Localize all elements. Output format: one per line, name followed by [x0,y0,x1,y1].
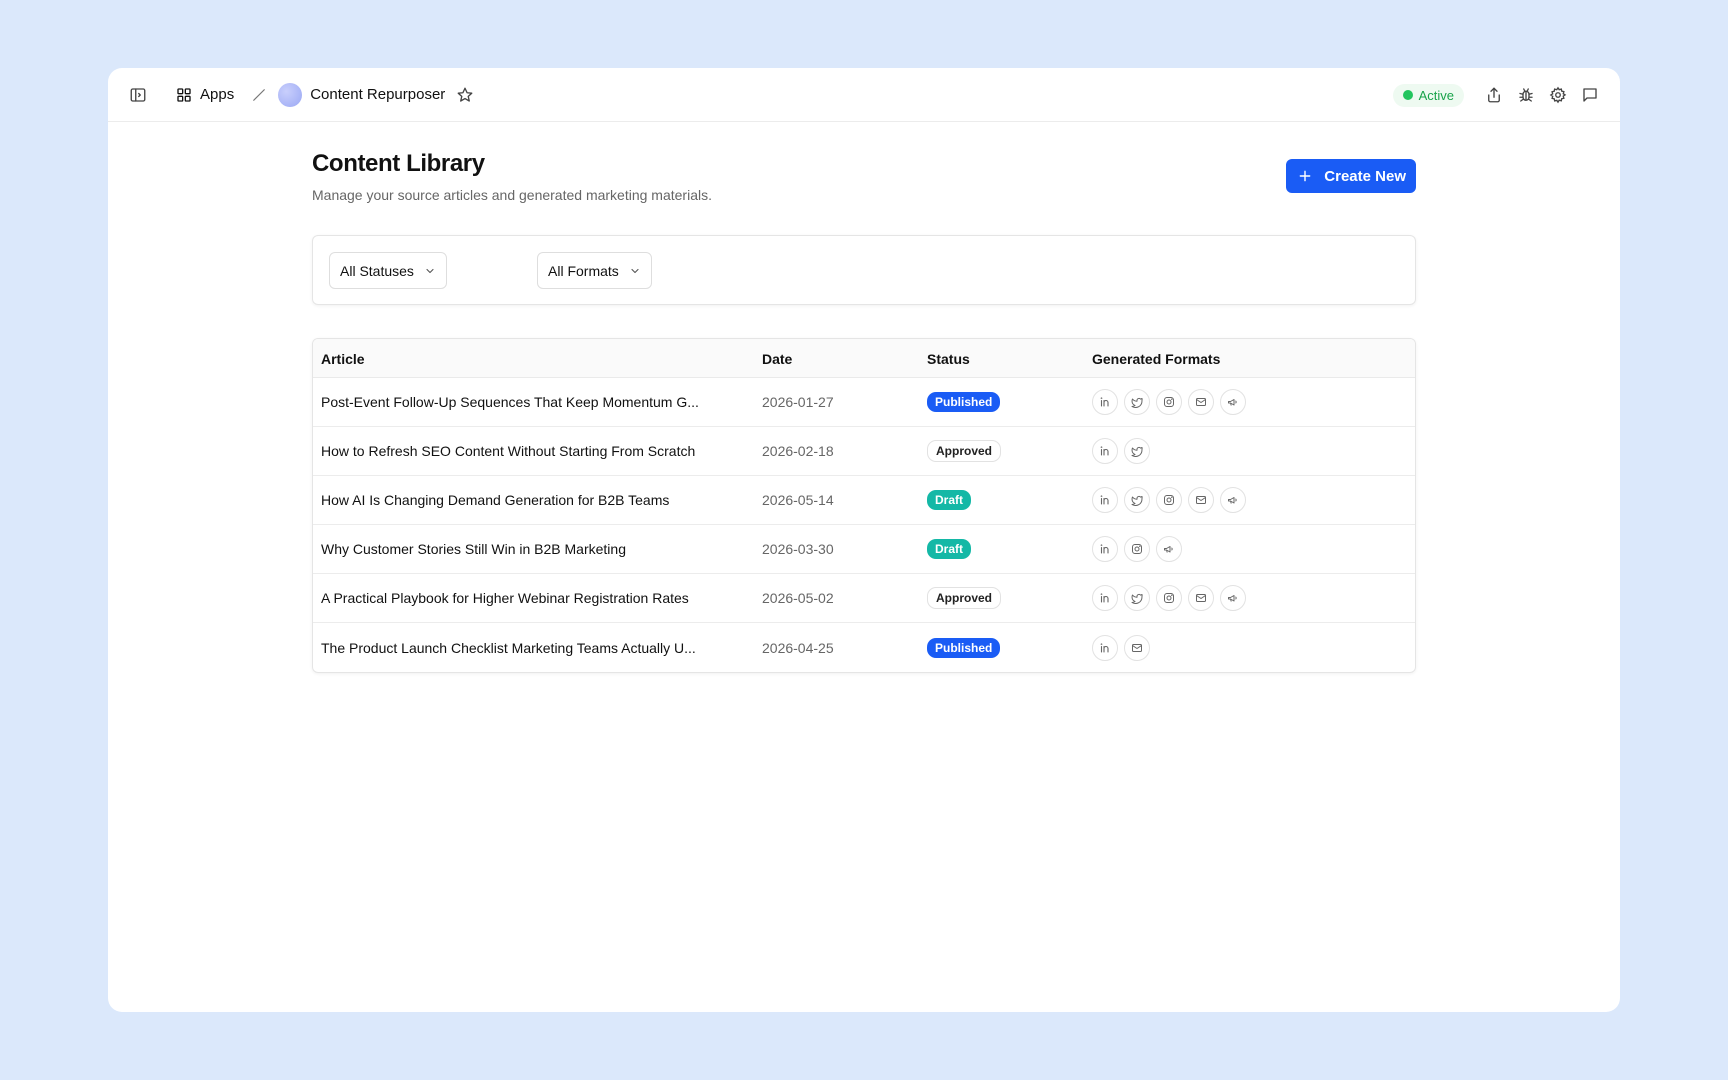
email-icon[interactable] [1188,585,1214,611]
status-cell: Draft [927,476,972,524]
filter-bar: All Statuses All Formats [312,235,1416,305]
status-label: Active [1418,87,1454,103]
article-title[interactable]: Why Customer Stories Still Win in B2B Ma… [321,525,751,573]
linkedin-icon[interactable] [1092,487,1118,513]
page-title: Content Library [312,150,485,177]
topbar-actions: Active [1392,68,1604,122]
status-cell: Approved [927,574,1002,622]
create-new-label: Create New [1324,167,1406,185]
status-filter-value: All Statuses [340,262,414,279]
email-icon[interactable] [1188,487,1214,513]
twitter-icon[interactable] [1124,389,1150,415]
instagram-icon[interactable] [1124,536,1150,562]
column-header-formats: Generated Formats [1092,351,1221,367]
article-date: 2026-04-25 [762,639,834,656]
table-row[interactable]: Why Customer Stories Still Win in B2B Ma… [313,525,1415,574]
status-badge: Draft [927,490,972,510]
ads-icon[interactable] [1156,536,1182,562]
gear-icon[interactable] [1544,81,1572,109]
article-date: 2026-05-02 [762,590,834,606]
top-bar: Apps Content Repurposer Active [108,68,1620,122]
table-row[interactable]: How AI Is Changing Demand Generation for… [313,476,1415,525]
status-badge: Approved [927,440,1002,462]
twitter-icon[interactable] [1124,487,1150,513]
bug-icon[interactable] [1512,81,1540,109]
plus-icon [1299,170,1311,182]
grid-icon [177,87,191,102]
twitter-icon[interactable] [1124,438,1150,464]
chevron-down-icon [426,268,434,273]
status-badge: Approved [927,587,1002,609]
page-subtitle: Manage your source articles and generate… [312,187,712,203]
article-date: 2026-05-14 [762,492,834,508]
status-badge: Draft [927,539,972,559]
generated-formats [1092,427,1150,475]
generated-formats [1092,378,1246,426]
format-filter-select[interactable]: All Formats [537,252,652,289]
star-icon[interactable] [451,81,479,109]
ads-icon[interactable] [1220,487,1246,513]
article-title[interactable]: How to Refresh SEO Content Without Start… [321,427,751,475]
status-cell: Published [927,623,1001,672]
table-header: Article Date Status Generated Formats [313,339,1415,378]
instagram-icon[interactable] [1156,487,1182,513]
breadcrumb-app-name[interactable]: Content Repurposer [310,86,445,103]
apps-link[interactable]: Apps [176,86,234,103]
article-title[interactable]: How AI Is Changing Demand Generation for… [321,476,751,524]
status-cell: Published [927,378,1001,426]
breadcrumb-separator [250,86,268,104]
linkedin-icon[interactable] [1092,438,1118,464]
instagram-icon[interactable] [1156,389,1182,415]
article-date: 2026-01-27 [762,394,834,410]
table-body: Post-Event Follow-Up Sequences That Keep… [313,378,1415,672]
linkedin-icon[interactable] [1092,389,1118,415]
table-row[interactable]: The Product Launch Checklist Marketing T… [313,623,1415,672]
generated-formats [1092,476,1246,524]
status-cell: Draft [927,525,972,573]
status-cell: Approved [927,427,1002,475]
format-filter-value: All Formats [548,262,619,279]
article-title[interactable]: The Product Launch Checklist Marketing T… [321,623,751,672]
article-date: 2026-03-30 [762,541,834,557]
email-icon[interactable] [1188,389,1214,415]
linkedin-icon[interactable] [1092,536,1118,562]
table-row[interactable]: Post-Event Follow-Up Sequences That Keep… [313,378,1415,427]
generated-formats [1092,525,1182,573]
app-avatar [278,82,303,107]
instagram-icon[interactable] [1156,585,1182,611]
column-header-date[interactable]: Date [762,351,792,367]
status-badge: Published [927,637,1001,658]
status-dot-icon [1402,90,1413,100]
status-badge: Active [1392,83,1464,107]
sidebar-toggle-icon[interactable] [124,81,152,109]
ads-icon[interactable] [1220,389,1246,415]
linkedin-icon[interactable] [1092,634,1118,661]
table-row[interactable]: A Practical Playbook for Higher Webinar … [313,574,1415,623]
share-icon[interactable] [1480,81,1508,109]
article-date: 2026-02-18 [762,443,834,459]
twitter-icon[interactable] [1124,585,1150,611]
apps-label: Apps [200,86,235,103]
chevron-down-icon [631,268,639,273]
generated-formats [1092,574,1246,622]
generated-formats [1092,623,1150,672]
table-row[interactable]: How to Refresh SEO Content Without Start… [313,427,1415,476]
article-title[interactable]: A Practical Playbook for Higher Webinar … [321,574,751,622]
content-table: Article Date Status Generated Formats Po… [312,338,1416,673]
chat-icon[interactable] [1576,81,1604,109]
article-title[interactable]: Post-Event Follow-Up Sequences That Keep… [321,378,751,426]
column-header-status[interactable]: Status [927,351,970,367]
column-header-article[interactable]: Article [321,351,365,367]
app-window: Apps Content Repurposer Active Content L… [108,68,1620,1012]
linkedin-icon[interactable] [1092,585,1118,611]
page-header: Content Library Manage your source artic… [312,150,1416,203]
status-badge: Published [927,392,1001,412]
ads-icon[interactable] [1220,585,1246,611]
status-filter-select[interactable]: All Statuses [329,252,447,289]
email-icon[interactable] [1124,634,1150,661]
create-new-button[interactable]: Create New [1286,159,1416,193]
